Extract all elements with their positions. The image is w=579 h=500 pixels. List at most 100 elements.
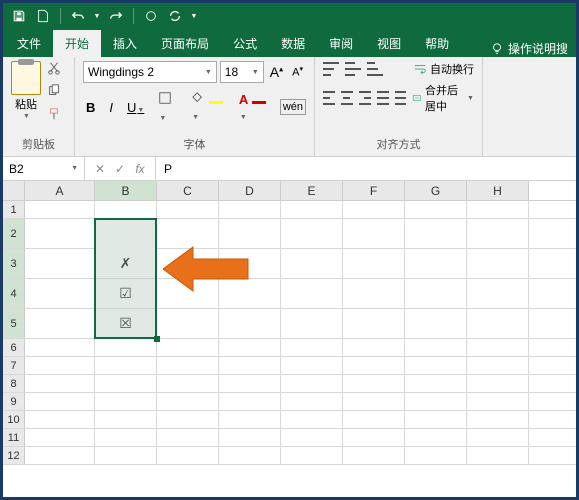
align-middle-icon[interactable] — [345, 62, 361, 76]
cell-C2[interactable] — [157, 219, 219, 248]
new-file-icon[interactable] — [33, 6, 53, 26]
shrink-font-icon[interactable]: A▾ — [289, 63, 306, 81]
cell-G12[interactable] — [405, 447, 467, 464]
qat-customize-icon[interactable]: ▼ — [189, 6, 199, 26]
cell-D10[interactable] — [219, 411, 281, 428]
cell-F1[interactable] — [343, 201, 405, 218]
cell-H8[interactable] — [467, 375, 529, 392]
cell-E2[interactable] — [281, 219, 343, 248]
cell-H5[interactable] — [467, 309, 529, 338]
enter-icon[interactable]: ✓ — [111, 162, 129, 176]
cell-F3[interactable] — [343, 249, 405, 278]
cell-B12[interactable] — [95, 447, 157, 464]
sync-icon[interactable] — [165, 6, 185, 26]
cell-B10[interactable] — [95, 411, 157, 428]
cell-F6[interactable] — [343, 339, 405, 356]
cell-C10[interactable] — [157, 411, 219, 428]
cell-C11[interactable] — [157, 429, 219, 446]
cell-E6[interactable] — [281, 339, 343, 356]
align-center-icon[interactable] — [341, 91, 353, 105]
cell-H3[interactable] — [467, 249, 529, 278]
cell-D1[interactable] — [219, 201, 281, 218]
cell-F10[interactable] — [343, 411, 405, 428]
cell-G10[interactable] — [405, 411, 467, 428]
cell-F4[interactable] — [343, 279, 405, 308]
align-bottom-icon[interactable] — [367, 62, 383, 76]
cell-G6[interactable] — [405, 339, 467, 356]
row-header-11[interactable]: 11 — [3, 429, 25, 446]
row-header-9[interactable]: 9 — [3, 393, 25, 410]
formula-input[interactable]: P — [156, 162, 576, 176]
copy-icon[interactable] — [47, 84, 61, 103]
cell-C6[interactable] — [157, 339, 219, 356]
cell-B2[interactable]: ✓ — [95, 219, 157, 248]
row-header-8[interactable]: 8 — [3, 375, 25, 392]
cell-B6[interactable] — [95, 339, 157, 356]
align-right-icon[interactable] — [359, 91, 371, 105]
cell-D4[interactable] — [219, 279, 281, 308]
cell-A11[interactable] — [25, 429, 95, 446]
cell-H12[interactable] — [467, 447, 529, 464]
cell-E12[interactable] — [281, 447, 343, 464]
cell-H10[interactable] — [467, 411, 529, 428]
cell-E4[interactable] — [281, 279, 343, 308]
cell-D5[interactable] — [219, 309, 281, 338]
tab-layout[interactable]: 页面布局 — [149, 30, 221, 57]
tab-file[interactable]: 文件 — [5, 30, 53, 57]
cell-C9[interactable] — [157, 393, 219, 410]
tab-view[interactable]: 视图 — [365, 30, 413, 57]
tab-help[interactable]: 帮助 — [413, 30, 461, 57]
cell-D6[interactable] — [219, 339, 281, 356]
row-header-2[interactable]: 2 — [3, 219, 25, 248]
cell-G4[interactable] — [405, 279, 467, 308]
cell-B4[interactable]: ☑ — [95, 279, 157, 308]
underline-button[interactable]: U▼ — [124, 98, 147, 117]
cell-D11[interactable] — [219, 429, 281, 446]
bold-button[interactable]: B — [83, 98, 98, 117]
cell-A1[interactable] — [25, 201, 95, 218]
column-header-H[interactable]: H — [467, 181, 529, 200]
cell-B11[interactable] — [95, 429, 157, 446]
cell-B3[interactable]: ✗ — [95, 249, 157, 278]
cell-A2[interactable] — [25, 219, 95, 248]
cell-C12[interactable] — [157, 447, 219, 464]
phonetic-button[interactable]: wén — [280, 99, 306, 115]
format-painter-icon[interactable] — [47, 107, 61, 126]
cell-E8[interactable] — [281, 375, 343, 392]
tab-home[interactable]: 开始 — [53, 30, 101, 57]
cell-G1[interactable] — [405, 201, 467, 218]
undo-dropdown-icon[interactable]: ▼ — [92, 6, 102, 26]
spreadsheet-grid[interactable]: ABCDEFGH 12✓3✗4☑5☒6789101112 — [3, 181, 576, 465]
cell-H6[interactable] — [467, 339, 529, 356]
save-icon[interactable] — [9, 6, 29, 26]
cell-C5[interactable] — [157, 309, 219, 338]
tab-insert[interactable]: 插入 — [101, 30, 149, 57]
cell-H4[interactable] — [467, 279, 529, 308]
cell-B1[interactable] — [95, 201, 157, 218]
cell-H1[interactable] — [467, 201, 529, 218]
font-color-button[interactable]: A ▼ — [236, 90, 272, 124]
cell-E11[interactable] — [281, 429, 343, 446]
column-header-A[interactable]: A — [25, 181, 95, 200]
row-header-5[interactable]: 5 — [3, 309, 25, 338]
cell-F2[interactable] — [343, 219, 405, 248]
column-header-D[interactable]: D — [219, 181, 281, 200]
cell-B9[interactable] — [95, 393, 157, 410]
cell-E9[interactable] — [281, 393, 343, 410]
tell-me-search[interactable]: 操作说明搜 — [482, 40, 576, 57]
tab-review[interactable]: 审阅 — [317, 30, 365, 57]
cell-D3[interactable] — [219, 249, 281, 278]
tab-formulas[interactable]: 公式 — [221, 30, 269, 57]
column-header-C[interactable]: C — [157, 181, 219, 200]
cell-D12[interactable] — [219, 447, 281, 464]
cell-G2[interactable] — [405, 219, 467, 248]
cell-A12[interactable] — [25, 447, 95, 464]
cell-G3[interactable] — [405, 249, 467, 278]
cell-F9[interactable] — [343, 393, 405, 410]
cell-A10[interactable] — [25, 411, 95, 428]
cut-icon[interactable] — [47, 61, 61, 80]
cell-A6[interactable] — [25, 339, 95, 356]
cell-E7[interactable] — [281, 357, 343, 374]
cell-F7[interactable] — [343, 357, 405, 374]
redo-icon[interactable] — [106, 6, 126, 26]
